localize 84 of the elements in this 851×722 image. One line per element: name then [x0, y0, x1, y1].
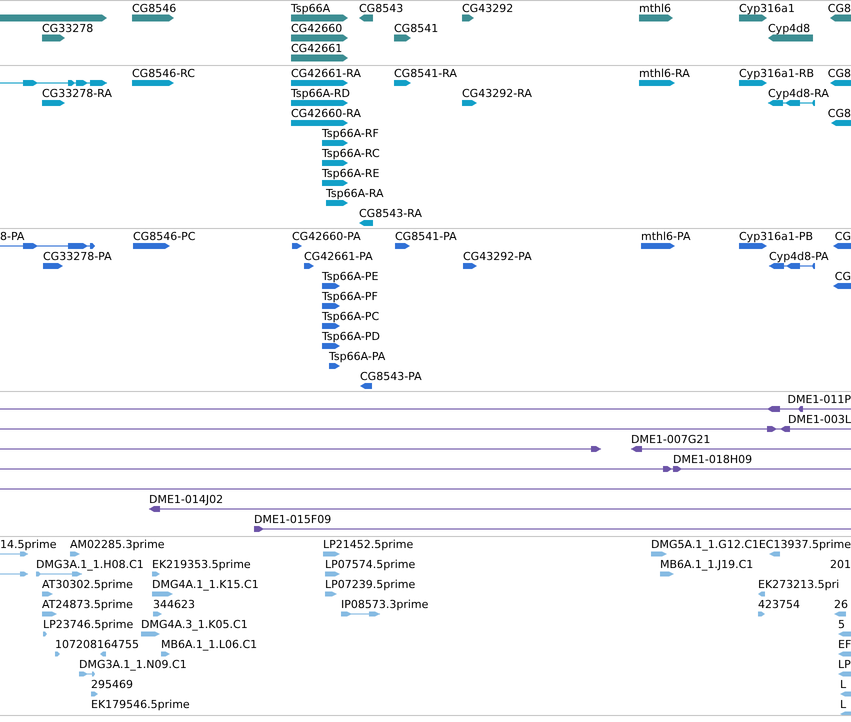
feature-label: CG42660-PA: [292, 230, 361, 244]
feature-label: Cyp4d8-RA: [768, 87, 829, 101]
feature-label: DME1-014J02: [149, 493, 224, 507]
feature-label: LP07239.5prime: [325, 578, 416, 592]
feature-label: Tsp66A-PE: [322, 270, 378, 284]
feature-label: CG8546: [132, 2, 176, 16]
feature-label: CG8: [828, 2, 851, 16]
feature-label: EK219353.5prime: [152, 558, 251, 572]
feature-label: CG8: [828, 107, 851, 121]
feature-label: CG8541-RA: [394, 67, 457, 81]
feature-label: CG42660-RA: [291, 107, 361, 121]
feature-label: Cyp4d8-PA: [769, 250, 829, 264]
feature-label: EK273213.5pri: [758, 578, 840, 592]
feature-label: 107208164755: [55, 638, 139, 652]
feature-label: EK179546.5prime: [91, 698, 190, 712]
feature-label: CG43292-RA: [462, 87, 532, 101]
feature-label: 5: [838, 618, 845, 632]
feature-label: DMG3A.1_1.N09.C1: [79, 658, 187, 672]
feature-label: DME1-007G21: [631, 433, 710, 447]
feature-label: L: [840, 678, 846, 692]
feature-label: Tsp66A-RA: [326, 187, 384, 201]
feature-label: Cyp4d8: [768, 22, 810, 36]
feature-label: Cyp316a1-PB: [739, 230, 814, 244]
feature-label: CG8: [828, 67, 851, 81]
feature-label: CG42660: [291, 22, 342, 36]
feature-label: DMG5A.1_1.G12.C1: [651, 538, 760, 552]
feature-label: AT30302.5prime: [42, 578, 133, 592]
feature-label: EC13937.5prime: [758, 538, 851, 552]
feature-label: Tsp66A-RD: [291, 87, 350, 101]
feature-label: mthl6-RA: [639, 67, 690, 81]
feature-label: DME1-018H09: [673, 453, 752, 467]
feature-label: MB6A.1_1.J19.C1: [660, 558, 754, 572]
feature-label: CG8541-PA: [395, 230, 457, 244]
feature-label: DME1-015F09: [254, 513, 332, 527]
feature-label: 14.5prime: [0, 538, 57, 552]
feature-label: CG: [834, 230, 851, 244]
feature-label: DMG4A.1_1.K15.C1: [152, 578, 259, 592]
feature-label: mthl6-PA: [641, 230, 690, 244]
feature-label: CG33278-RA: [42, 87, 112, 101]
feature-label: AM02285.3prime: [70, 538, 165, 552]
feature-label: CG33278: [42, 22, 94, 36]
feature-label: CG8546-PC: [133, 230, 196, 244]
feature-label: CG8543-RA: [359, 207, 422, 221]
feature-label: L: [840, 698, 846, 712]
feature-label: Tsp66A-RE: [322, 167, 380, 181]
feature-label: LP23746.5prime: [43, 618, 134, 632]
feature-label: 295469: [91, 678, 133, 692]
feature-label: LP21452.5prime: [323, 538, 414, 552]
feature-label: CG42661: [291, 42, 342, 56]
feature-label: DMG3A.1_1.H08.C1: [36, 558, 144, 572]
feature-label: DME1-011P: [787, 393, 851, 407]
feature-label: CG8543-PA: [360, 370, 422, 384]
feature-label: CG8541: [394, 22, 438, 36]
feature-label: MB6A.1_1.L06.C1: [161, 638, 258, 652]
feature-label: 8-PA: [0, 230, 24, 244]
feature-label: Tsp66A-RC: [322, 147, 380, 161]
feature-label: LP: [838, 658, 851, 672]
feature-label: CG: [834, 270, 851, 284]
feature-label: 201: [830, 558, 851, 572]
feature-label: Tsp66A-PF: [322, 290, 378, 304]
feature-label: Tsp66A-PC: [322, 310, 380, 324]
feature-label: CG8546-RC: [132, 67, 195, 81]
feature-label: Tsp66A: [291, 2, 330, 16]
feature-label: CG42661-PA: [304, 250, 373, 264]
feature-label: AT24873.5prime: [42, 598, 133, 612]
feature-label: CG43292-PA: [463, 250, 532, 264]
feature-label: EF: [838, 638, 851, 652]
feature-label: Tsp66A-PD: [322, 330, 380, 344]
feature-label: Tsp66A-RF: [322, 127, 379, 141]
feature-label: 26: [834, 598, 848, 612]
feature-label: 344623: [153, 598, 195, 612]
feature-label: Cyp316a1-RB: [739, 67, 814, 81]
feature-label: DME1-003L: [788, 413, 851, 427]
feature-label: CG8543: [359, 2, 404, 16]
feature-label: DMG4A.3_1.K05.C1: [141, 618, 248, 632]
feature-label: Cyp316a1: [739, 2, 795, 16]
feature-label: CG43292: [462, 2, 514, 16]
feature-label: LP07574.5prime: [325, 558, 416, 572]
feature-label: IP08573.3prime: [341, 598, 428, 612]
feature-label: CG42661-RA: [291, 67, 361, 81]
feature-label: CG33278-PA: [43, 250, 112, 264]
feature-label: mthl6: [639, 2, 672, 16]
feature-label: 423754: [758, 598, 800, 612]
feature-label: Tsp66A-PA: [329, 350, 386, 364]
